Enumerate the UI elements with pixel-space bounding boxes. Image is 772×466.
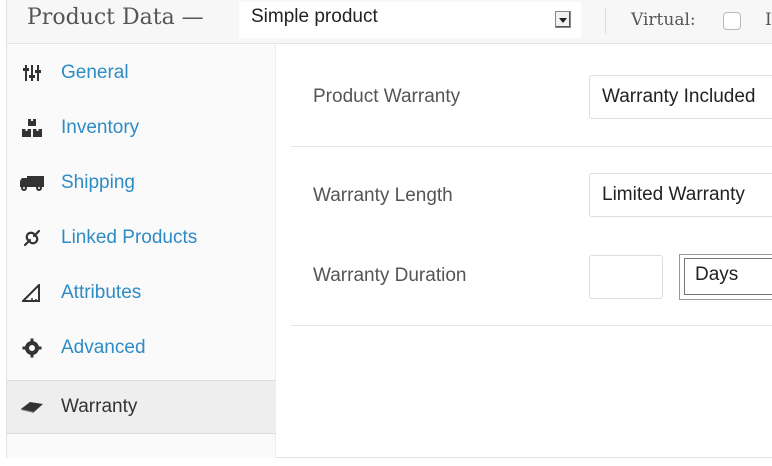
product-data-tabs: General Inventory Shipping Linked Produc…	[7, 44, 276, 458]
warranty-duration-label: Warranty Duration	[313, 265, 467, 286]
truck-icon	[19, 172, 45, 194]
tab-warranty[interactable]: Warranty	[7, 380, 276, 434]
tab-attributes[interactable]: Attributes	[7, 266, 276, 320]
product-warranty-label: Product Warranty	[313, 86, 461, 107]
link-icon	[19, 227, 45, 249]
section-divider	[291, 146, 772, 147]
chevron-down-icon[interactable]	[555, 11, 571, 28]
product-warranty-select[interactable]: Warranty Included	[589, 75, 772, 119]
product-data-title: Product Data —	[27, 5, 204, 30]
tab-inventory-label: Inventory	[61, 117, 140, 138]
warranty-length-value: Limited Warranty	[602, 184, 745, 205]
boxes-icon	[19, 117, 45, 139]
tab-advanced[interactable]: Advanced	[7, 321, 276, 375]
product-data-panel: Product Data — Simple product Virtual: I…	[6, 0, 772, 458]
warranty-length-select[interactable]: Limited Warranty	[589, 173, 772, 217]
tab-shipping-label: Shipping	[61, 172, 135, 193]
tab-advanced-label: Advanced	[61, 337, 146, 358]
tab-attributes-label: Attributes	[61, 282, 142, 303]
warranty-length-label: Warranty Length	[313, 185, 453, 206]
virtual-checkbox[interactable]	[723, 12, 741, 30]
warranty-duration-unit-select[interactable]: Days	[679, 254, 772, 300]
section-divider-bottom	[291, 325, 772, 326]
sliders-icon	[19, 62, 45, 84]
tab-shipping[interactable]: Shipping	[7, 156, 276, 210]
tab-linked-products[interactable]: Linked Products	[7, 211, 276, 265]
tab-warranty-label: Warranty	[61, 396, 138, 417]
tab-general-label: General	[61, 62, 129, 83]
triangle-ruler-icon	[19, 282, 45, 304]
product-type-select[interactable]: Simple product	[239, 2, 581, 38]
product-warranty-value: Warranty Included	[602, 86, 756, 107]
tab-general[interactable]: General	[7, 46, 276, 100]
eraser-icon	[19, 396, 45, 418]
gear-icon	[19, 337, 45, 359]
product-data-header: Product Data — Simple product Virtual: I	[7, 0, 772, 44]
header-divider	[605, 8, 606, 34]
tab-inventory[interactable]: Inventory	[7, 101, 276, 155]
warranty-duration-unit: Days	[695, 264, 739, 285]
virtual-label: Virtual:	[631, 10, 696, 30]
tab-linked-products-label: Linked Products	[61, 227, 198, 248]
warranty-duration-input[interactable]	[589, 255, 663, 299]
product-type-value: Simple product	[251, 6, 378, 27]
clipped-label: I	[765, 10, 772, 30]
unit-select-inner: Days	[684, 258, 772, 295]
